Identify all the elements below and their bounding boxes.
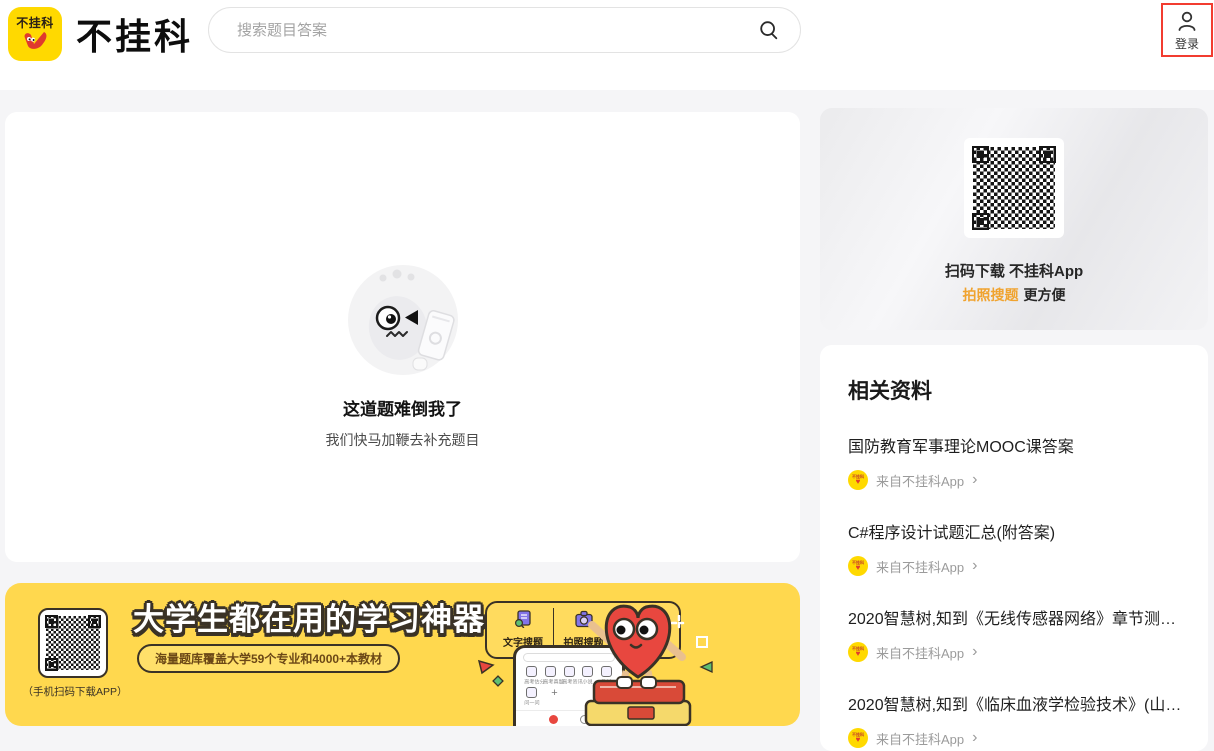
related-item-title[interactable]: 2020智慧树,知到《临床血液学检验技术》(山… bbox=[848, 691, 1180, 715]
brand-logo-icon-text: 不挂科 bbox=[16, 17, 54, 29]
mock-app-shortcut: 高考估分 bbox=[523, 666, 540, 686]
login-button[interactable]: 登录 bbox=[1161, 3, 1213, 57]
list-item: C#程序设计试题汇总(附答案) 不挂科♥ 来自不挂科App › bbox=[848, 519, 1180, 576]
app-download-qr-card: 扫码下载 不挂科App 拍照搜题更方便 bbox=[820, 108, 1208, 330]
source-label: 来自不挂科App bbox=[876, 471, 964, 490]
chevron-right-icon: › bbox=[972, 472, 977, 488]
list-item: 2020智慧树,知到《临床血液学检验技术》(山… 不挂科♥ 来自不挂科App › bbox=[848, 691, 1180, 748]
banner-qr-code bbox=[38, 608, 108, 678]
app-mini-logo-icon: 不挂科♥ bbox=[848, 470, 868, 490]
banner-headline: 大学生都在用的学习神器 bbox=[133, 594, 485, 639]
top-header: 不挂科 不挂科 登录 bbox=[0, 0, 1214, 90]
mock-hot-icon bbox=[549, 715, 558, 724]
empty-state: 这道题难倒我了 我们快马加鞭去补充题目 bbox=[5, 258, 800, 450]
result-empty-card: 这道题难倒我了 我们快马加鞭去补充题目 bbox=[5, 112, 800, 562]
search-bar[interactable] bbox=[208, 7, 801, 53]
doc-search-icon bbox=[514, 610, 533, 628]
square-decor-icon bbox=[695, 635, 709, 649]
qr-card-line2: 拍照搜题更方便 bbox=[820, 285, 1208, 305]
qr-card-line2-highlight: 拍照搜题 bbox=[963, 287, 1019, 303]
related-item-title[interactable]: C#程序设计试题汇总(附答案) bbox=[848, 519, 1180, 543]
app-promo-banner[interactable]: （手机扫码下载APP） 大学生都在用的学习神器 海量题库覆盖大学59个专业和40… bbox=[5, 583, 800, 726]
app-mini-logo-icon: 不挂科♥ bbox=[848, 556, 868, 576]
related-item-title[interactable]: 2020智慧树,知到《无线传感器网络》章节测… bbox=[848, 605, 1180, 629]
related-item-title[interactable]: 国防教育军事理论MOOC课答案 bbox=[848, 433, 1180, 457]
search-input[interactable] bbox=[237, 22, 758, 39]
qr-code bbox=[964, 138, 1064, 238]
related-item-source[interactable]: 不挂科♥ 来自不挂科App › bbox=[848, 728, 1180, 748]
chevron-right-icon: › bbox=[972, 730, 977, 746]
source-label: 来自不挂科App bbox=[876, 643, 964, 662]
login-label: 登录 bbox=[1175, 35, 1199, 52]
empty-state-title: 这道题难倒我了 bbox=[5, 395, 800, 420]
list-item: 国防教育军事理论MOOC课答案 不挂科♥ 来自不挂科App › bbox=[848, 433, 1180, 490]
qr-card-line2-rest: 更方便 bbox=[1024, 287, 1066, 303]
brand-logo-icon: 不挂科 bbox=[8, 7, 62, 61]
banner-badge: 海量题库覆盖大学59个专业和4000+本教材 bbox=[137, 644, 400, 673]
brand-wordmark: 不挂科 bbox=[76, 8, 193, 60]
related-heading: 相关资料 bbox=[848, 375, 1180, 405]
app-mini-logo-icon: 不挂科♥ bbox=[848, 642, 868, 662]
related-materials-card: 相关资料 国防教育军事理论MOOC课答案 不挂科♥ 来自不挂科App › C#程… bbox=[820, 345, 1208, 751]
mock-add-button: + bbox=[546, 687, 563, 707]
puzzled-mascot-illustration bbox=[343, 258, 463, 378]
brand-logo[interactable]: 不挂科 不挂科 bbox=[8, 7, 193, 61]
related-item-source[interactable]: 不挂科♥ 来自不挂科App › bbox=[848, 470, 1180, 490]
list-item: 2020智慧树,知到《无线传感器网络》章节测… 不挂科♥ 来自不挂科App › bbox=[848, 605, 1180, 662]
source-label: 来自不挂科App bbox=[876, 729, 964, 748]
app-mini-logo-icon: 不挂科♥ bbox=[848, 728, 868, 748]
mock-app-shortcut: 问一问 bbox=[523, 687, 540, 707]
search-icon[interactable] bbox=[758, 19, 780, 41]
banner-qr-caption: （手机扫码下载APP） bbox=[5, 684, 145, 699]
related-item-source[interactable]: 不挂科♥ 来自不挂科App › bbox=[848, 556, 1180, 576]
user-icon bbox=[1175, 9, 1199, 33]
qr-card-line1: 扫码下载 不挂科App bbox=[820, 260, 1208, 281]
green-diamond-decor-icon bbox=[492, 675, 504, 687]
green-triangle-decor-icon bbox=[698, 659, 714, 675]
plus-decor-icon bbox=[671, 615, 687, 631]
chevron-right-icon: › bbox=[972, 644, 977, 660]
mock-app-shortcut: 高考真题 bbox=[542, 666, 559, 686]
chevron-right-icon: › bbox=[972, 558, 977, 574]
heart-mascot-illustration bbox=[568, 583, 708, 726]
empty-state-subtitle: 我们快马加鞭去补充题目 bbox=[5, 430, 800, 450]
heart-check-icon bbox=[22, 30, 48, 52]
source-label: 来自不挂科App bbox=[876, 557, 964, 576]
related-item-source[interactable]: 不挂科♥ 来自不挂科App › bbox=[848, 642, 1180, 662]
red-triangle-decor-icon bbox=[477, 657, 495, 675]
